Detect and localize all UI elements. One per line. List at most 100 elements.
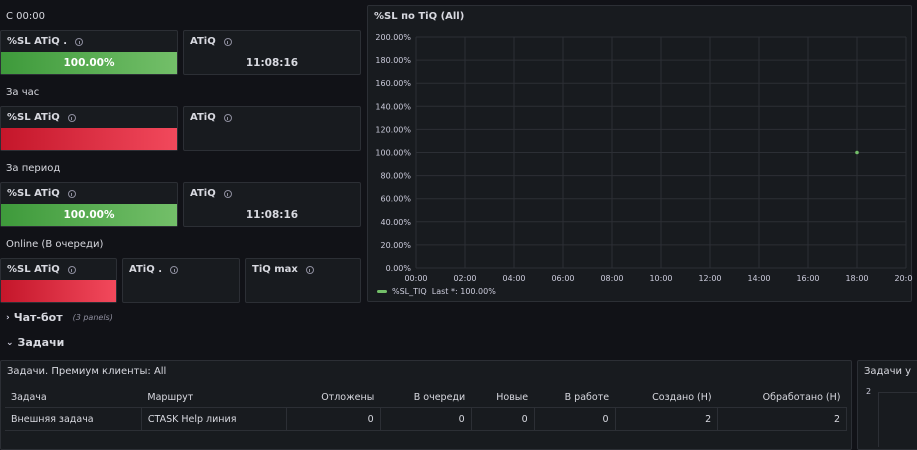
line-chart: 0.00% 20.00% 40.00% 60.00% 80.00% 100.00% 120.… (375, 33, 913, 283)
x-tick-label: 00:00 (404, 274, 427, 283)
info-icon[interactable] (305, 265, 314, 274)
table-cell: 2 (615, 407, 719, 431)
panel-title: ATiQ (190, 188, 216, 199)
row-toggle-chatbot[interactable]: › Чат-бот (3 panels) (6, 311, 113, 324)
series-marks (855, 150, 859, 155)
stat-panel-atiq-online[interactable]: ATiQ . (122, 258, 240, 303)
panel-title: Задачи. Премиум клиенты: All (7, 366, 167, 377)
table-cell: 0 (286, 407, 381, 431)
stat-value: 100.00% (1, 204, 177, 226)
tasks-table: Задача Маршрут Отложены В очереди Новые В раб… (5, 387, 847, 431)
row-title: Чат-бот (13, 311, 63, 324)
row-title-since-midnight: С 00:00 (6, 11, 45, 22)
stat-panel-tiq-max[interactable]: TiQ max (245, 258, 361, 303)
y-tick-label: 2 (866, 387, 872, 396)
row-title-period: За период (6, 163, 61, 174)
y-tick-label: 60.00% (380, 195, 411, 204)
grid-line (878, 392, 917, 393)
table-cell: CTASK Help линия (141, 407, 288, 431)
row-title-last-hour: За час (6, 87, 40, 98)
tasks-table-panel[interactable]: Задачи. Премиум клиенты: All Задача Маршр… (0, 360, 852, 450)
y-tick-label: 200.00% (375, 33, 411, 42)
info-icon[interactable] (67, 265, 76, 274)
stat-value: 100.00% (1, 52, 177, 74)
table-cell: 0 (380, 407, 472, 431)
column-header[interactable]: Отложены (286, 387, 381, 408)
x-axis: 00:00 02:00 04:00 06:00 08:00 10:00 12:00 14:00… (404, 274, 913, 283)
info-icon[interactable] (223, 113, 232, 122)
tasks-table-wrap: Задача Маршрут Отложены В очереди Новые В раб… (5, 387, 847, 431)
panel-title: %SL ATiQ (7, 264, 60, 275)
panel-title: ATiQ . (129, 264, 162, 275)
y-tick-label: 160.00% (375, 79, 411, 88)
row-title: Задачи (17, 336, 65, 349)
x-tick-label: 06:00 (551, 274, 574, 283)
info-icon[interactable] (67, 189, 76, 198)
y-tick-label: 120.00% (375, 125, 411, 134)
row-toggle-tasks[interactable]: ⌄ Задачи (6, 336, 64, 349)
column-header[interactable]: Обработано (Н) (717, 387, 847, 408)
x-tick-label: 20:00 (894, 274, 913, 283)
stat-panel-sl-atiq-today[interactable]: %SL ATiQ . 100.00% (0, 30, 178, 75)
y-tick-label: 0.00% (386, 264, 412, 273)
info-icon[interactable] (223, 189, 232, 198)
table-cell: 0 (534, 407, 616, 431)
column-header[interactable]: Новые (471, 387, 535, 408)
x-tick-label: 16:00 (796, 274, 819, 283)
panel-title: %SL ATiQ (7, 188, 60, 199)
stat-panel-atiq-period[interactable]: ATiQ 11:08:16 (183, 182, 361, 227)
legend-last-value: Last *: 100.00% (431, 287, 496, 296)
x-tick-label: 14:00 (747, 274, 770, 283)
y-tick-label: 100.00% (375, 149, 411, 158)
info-icon[interactable] (223, 37, 232, 46)
x-tick-label: 12:00 (698, 274, 721, 283)
column-header[interactable]: В работе (534, 387, 616, 408)
chevron-right-icon: › (6, 312, 10, 323)
table-body: Внешняя задача CTASK Help линия 0 0 0 0 2 2 (5, 407, 847, 431)
y-tick-label: 40.00% (380, 218, 411, 227)
panel-title: Задачи у (864, 366, 912, 377)
panel-title: %SL ATiQ (7, 112, 60, 123)
stat-value: 11:08:16 (245, 57, 299, 69)
x-tick-label: 10:00 (649, 274, 672, 283)
grid-line (878, 392, 879, 447)
column-header[interactable]: Задача (5, 387, 142, 408)
legend-series-name: %SL_TIQ (392, 287, 427, 296)
stat-value: 11:08:16 (245, 209, 299, 221)
panel-title: %SL ATiQ . (7, 36, 68, 47)
info-icon[interactable] (170, 265, 178, 274)
stat-panel-sl-atiq-online[interactable]: %SL ATiQ (0, 258, 117, 303)
data-point (855, 150, 859, 155)
stat-panel-atiq-today[interactable]: ATiQ 11:08:16 (183, 30, 361, 75)
x-tick-label: 18:00 (845, 274, 868, 283)
panel-title: ATiQ (190, 36, 216, 47)
x-tick-label: 02:00 (453, 274, 476, 283)
chart-legend[interactable]: %SL_TIQ Last *: 100.00% (377, 287, 496, 296)
tasks-chart-panel-partial[interactable]: Задачи у 2 (857, 360, 917, 450)
x-tick-label: 08:00 (600, 274, 623, 283)
panel-title: ATiQ (190, 112, 216, 123)
stat-panel-atiq-hour[interactable]: ATiQ (183, 106, 361, 151)
row-title-online: Online (В очереди) (6, 239, 104, 250)
chart-panel-sl-tiq[interactable]: %SL по TiQ (All) 0.00% 20.00% 40.00% 60.00%… (367, 5, 913, 302)
stat-panel-sl-atiq-hour[interactable]: %SL ATiQ (0, 106, 178, 151)
column-header[interactable]: Маршрут (141, 387, 287, 408)
legend-swatch (377, 290, 387, 293)
column-header[interactable]: В очереди (380, 387, 472, 408)
column-header[interactable]: Создано (Н) (615, 387, 718, 408)
stat-bar (1, 280, 116, 302)
info-icon[interactable] (75, 37, 84, 46)
y-tick-label: 140.00% (375, 102, 411, 111)
table-cell: Внешняя задача (5, 407, 142, 431)
chevron-down-icon: ⌄ (6, 337, 14, 348)
y-axis: 0.00% 20.00% 40.00% 60.00% 80.00% 100.00% 120.… (375, 33, 411, 273)
info-icon[interactable] (67, 113, 76, 122)
table-row: Внешняя задача CTASK Help линия 0 0 0 0 2 2 (5, 407, 847, 431)
table-cell: 0 (471, 407, 535, 431)
x-tick-label: 04:00 (502, 274, 525, 283)
chart-grid (415, 36, 907, 269)
row-panel-count: (3 panels) (72, 313, 113, 322)
y-tick-label: 20.00% (380, 241, 411, 250)
stat-panel-sl-atiq-period[interactable]: %SL ATiQ 100.00% (0, 182, 178, 227)
table-header-row: Задача Маршрут Отложены В очереди Новые В раб… (5, 387, 847, 408)
